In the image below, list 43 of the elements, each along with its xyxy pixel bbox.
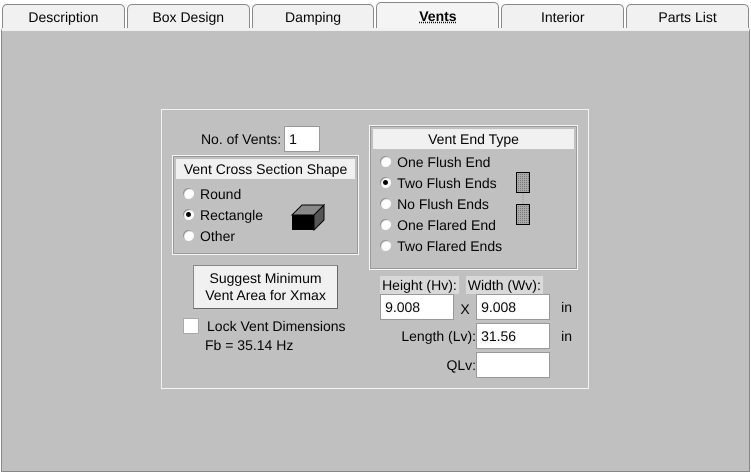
width-field[interactable]: 9.008: [476, 294, 550, 320]
checkbox[interactable]: [183, 318, 199, 334]
option-label: Two Flush Ends: [397, 174, 497, 190]
radio-button[interactable]: [183, 188, 194, 199]
tab[interactable]: Interior: [501, 4, 624, 28]
group-title: Vent Cross Section Shape: [176, 159, 356, 179]
tab[interactable]: Parts List: [626, 4, 749, 28]
height-field[interactable]: 9.008: [380, 294, 454, 320]
length-field[interactable]: 31.56: [476, 323, 550, 349]
option-label: Round: [200, 186, 242, 202]
radio-button[interactable]: [380, 219, 392, 230]
radio-button[interactable]: [380, 240, 392, 251]
option-label: Two Flared Ends: [397, 238, 502, 254]
times-sign: X: [459, 300, 471, 317]
qlv-field[interactable]: [476, 352, 550, 378]
tab[interactable]: Box Design: [126, 4, 250, 28]
height-label: Height (Hv):: [380, 276, 459, 294]
unit-label: in: [560, 299, 572, 315]
unit-label: in: [560, 328, 572, 344]
qlv-label: QLv:: [445, 357, 476, 373]
radio-button[interactable]: [183, 209, 194, 220]
option-label: No Flush Ends: [397, 196, 489, 212]
checkbox-label: Lock Vent Dimensions: [207, 318, 346, 334]
length-label: Length (Lv):: [400, 328, 476, 344]
vent-count-field[interactable]: 1: [284, 126, 320, 152]
radio-button[interactable]: [380, 177, 392, 188]
option-label: One Flush End: [397, 154, 490, 170]
tab[interactable]: Vents: [376, 2, 500, 28]
option-label: Other: [200, 228, 236, 244]
tab[interactable]: Description: [2, 4, 125, 28]
option-label: Rectangle: [200, 206, 264, 222]
radio-button[interactable]: [380, 198, 392, 209]
option-label: One Flared End: [397, 216, 496, 232]
width-label: Width (Wv):: [466, 276, 543, 294]
vent-ends-drawing: [516, 172, 532, 226]
radio-button[interactable]: [380, 156, 392, 167]
vent-count-label: No. of Vents:: [200, 131, 282, 147]
box-icon: [291, 202, 326, 231]
tab[interactable]: Damping: [252, 4, 374, 28]
group-title: Vent End Type: [373, 129, 574, 149]
suggest-button[interactable]: Suggest Minimum Vent Area for Xmax: [193, 265, 338, 309]
fb-readout: Fb = 35.14 Hz: [204, 337, 294, 353]
radio-button[interactable]: [183, 230, 194, 241]
